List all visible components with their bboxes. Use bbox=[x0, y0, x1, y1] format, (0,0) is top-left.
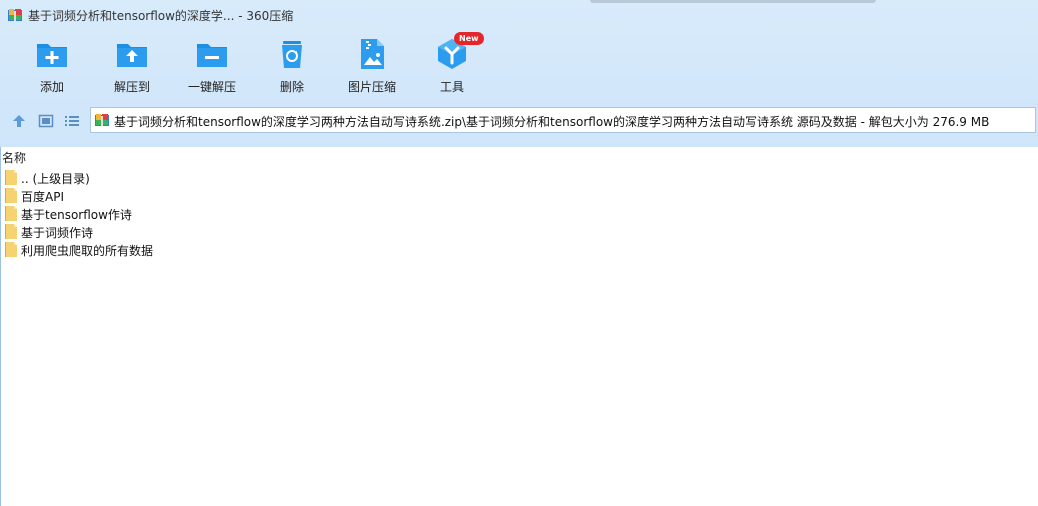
list-item-name: .. (上级目录) bbox=[21, 172, 90, 186]
list-item-name: 利用爬虫爬取的所有数据 bbox=[21, 244, 154, 258]
list-item[interactable]: 百度API bbox=[0, 186, 1038, 204]
one-click-extract-button[interactable]: 一键解压 bbox=[172, 36, 252, 98]
list-item[interactable]: 利用爬虫爬取的所有数据 bbox=[0, 240, 1038, 258]
title-bar-overlay bbox=[590, 0, 876, 3]
navigation-row: 基于词频分析和tensorflow的深度学习两种方法自动写诗系统.zip\基于词… bbox=[0, 107, 1038, 135]
column-header-name: 名称 bbox=[2, 151, 27, 165]
delete-button[interactable]: 删除 bbox=[252, 36, 332, 98]
column-header[interactable]: 名称 bbox=[0, 147, 1038, 167]
add-button[interactable]: 添加 bbox=[12, 36, 92, 98]
image-compress-label: 图片压缩 bbox=[347, 80, 396, 94]
tools-button[interactable]: New 工具 bbox=[412, 32, 492, 98]
address-path: 基于词频分析和tensorflow的深度学习两种方法自动写诗系统.zip\基于词… bbox=[114, 115, 990, 129]
thumbnail-view-icon[interactable] bbox=[38, 113, 54, 129]
top-panel: 基于词频分析和tensorflow的深度学... - 360压缩 添加 解压到 bbox=[0, 0, 1038, 147]
new-badge: New bbox=[454, 32, 484, 45]
one-click-extract-icon bbox=[197, 44, 227, 67]
list-item-name: 百度API bbox=[21, 190, 64, 204]
folder-icon bbox=[5, 188, 17, 203]
folder-icon bbox=[5, 206, 17, 221]
archive-icon bbox=[95, 114, 109, 126]
title-bar: 基于词频分析和tensorflow的深度学... - 360压缩 bbox=[0, 0, 1038, 30]
list-item-name: 基于tensorflow作诗 bbox=[21, 208, 132, 222]
folder-icon bbox=[5, 170, 17, 185]
add-label: 添加 bbox=[39, 80, 64, 94]
list-item-parent-directory[interactable]: .. (上级目录) bbox=[0, 168, 1038, 186]
image-compress-icon bbox=[361, 39, 384, 69]
file-list: .. (上级目录) 百度API 基于tensorflow作诗 基于词频作诗 利用… bbox=[0, 168, 1038, 258]
recycle-bin-icon bbox=[282, 41, 302, 68]
folder-icon bbox=[5, 242, 17, 257]
delete-label: 删除 bbox=[279, 80, 304, 94]
folder-icon bbox=[5, 224, 17, 239]
list-item[interactable]: 基于tensorflow作诗 bbox=[0, 204, 1038, 222]
image-compress-button[interactable]: 图片压缩 bbox=[332, 36, 412, 98]
list-view-icon[interactable] bbox=[64, 113, 80, 129]
list-item[interactable]: 基于词频作诗 bbox=[0, 222, 1038, 240]
up-arrow-icon[interactable] bbox=[11, 113, 27, 129]
address-bar[interactable]: 基于词频分析和tensorflow的深度学习两种方法自动写诗系统.zip\基于词… bbox=[90, 107, 1036, 133]
archive-app-icon bbox=[8, 9, 22, 21]
tools-label: 工具 bbox=[439, 80, 464, 94]
list-item-name: 基于词频作诗 bbox=[21, 226, 94, 240]
extract-to-icon bbox=[117, 44, 147, 67]
one-click-extract-label: 一键解压 bbox=[187, 80, 236, 94]
add-folder-icon bbox=[37, 44, 67, 67]
window-title: 基于词频分析和tensorflow的深度学... - 360压缩 bbox=[28, 9, 294, 23]
toolbar: 添加 解压到 一键解压 删除 图片压缩 New 工具 bbox=[0, 32, 1038, 100]
extract-to-label: 解压到 bbox=[113, 80, 150, 94]
extract-to-button[interactable]: 解压到 bbox=[92, 36, 172, 98]
